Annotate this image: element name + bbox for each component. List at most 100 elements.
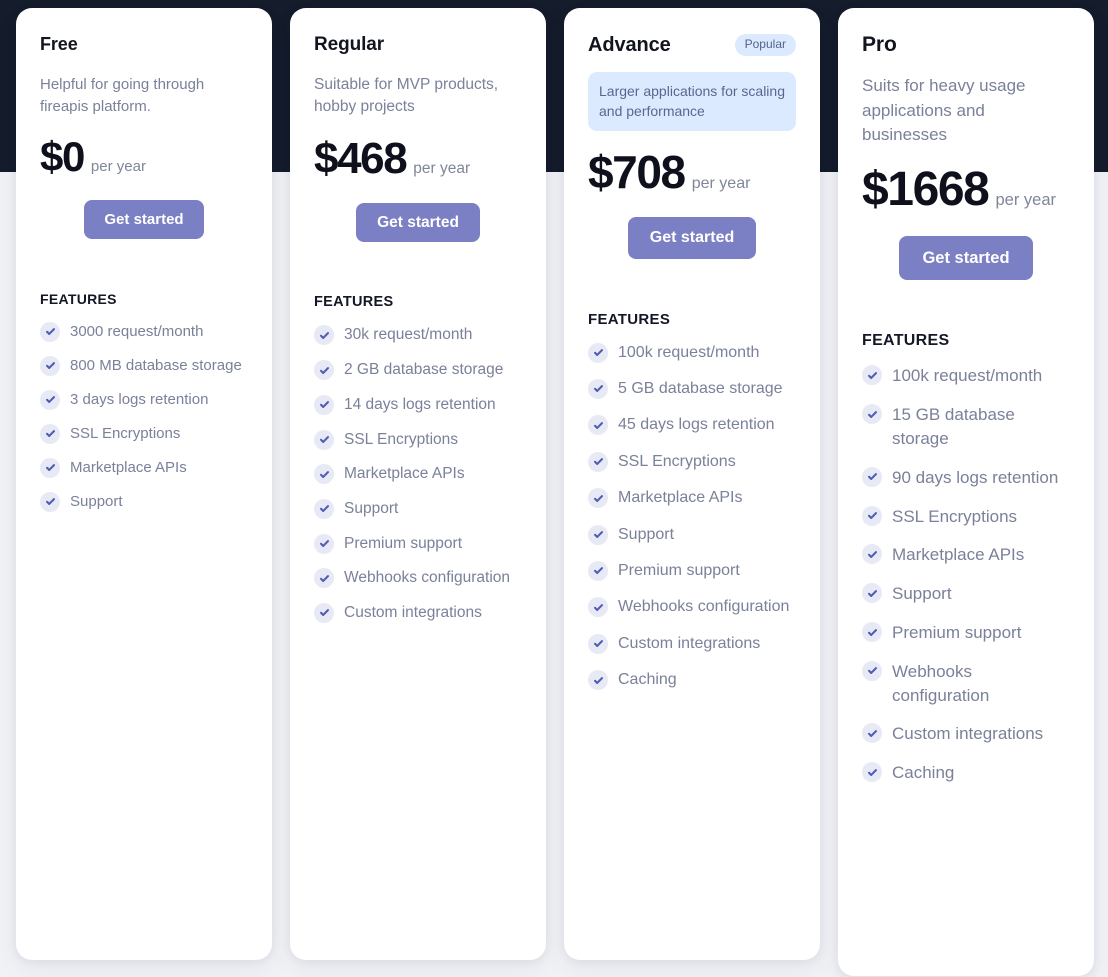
- feature-label: Premium support: [344, 534, 463, 552]
- plan-price: $1668: [862, 162, 990, 216]
- check-icon: [862, 660, 882, 681]
- check-icon: [40, 321, 60, 342]
- cta-container: Get started: [40, 199, 248, 239]
- feature-label: 90 days logs retention: [892, 467, 1059, 487]
- get-started-button[interactable]: Get started: [356, 202, 480, 243]
- feature-label: Custom integrations: [892, 724, 1044, 744]
- feature-label: Premium support: [618, 561, 740, 579]
- feature-item: 3000 request/month: [40, 321, 248, 342]
- feature-label: 800 MB database storage: [70, 356, 242, 374]
- feature-label: Premium support: [892, 623, 1022, 642]
- price-row: $468 per year: [314, 133, 522, 183]
- check-icon: [588, 415, 608, 436]
- get-started-button[interactable]: Get started: [84, 199, 204, 239]
- get-started-button[interactable]: Get started: [627, 216, 757, 259]
- cta-container: Get started: [588, 216, 796, 259]
- feature-item: 15 GB database storage: [862, 403, 1070, 451]
- feature-item: 100k request/month: [588, 342, 796, 364]
- feature-list: 100k request/month 5 GB database storage 4…: [588, 342, 796, 692]
- features-heading: FEATURES: [314, 294, 394, 311]
- feature-item: Support: [862, 582, 1070, 606]
- feature-label: Support: [70, 492, 123, 510]
- check-icon: [588, 633, 608, 654]
- feature-label: SSL Encryptions: [618, 452, 736, 470]
- check-icon: [588, 342, 608, 363]
- card-content: Free Helpful for going through fireapis p…: [16, 8, 272, 551]
- check-icon: [588, 560, 608, 581]
- feature-label: Marketplace APIs: [892, 545, 1025, 565]
- feature-label: 5 GB database storage: [618, 379, 783, 397]
- feature-label: Marketplace APIs: [618, 489, 743, 507]
- pricing-card-pro: Pro Suits for heavy usage applications an…: [838, 8, 1094, 976]
- feature-item: Premium support: [588, 560, 796, 582]
- feature-item: Custom integrations: [314, 602, 522, 624]
- pricing-card-regular: Regular Suitable for MVP products, hobby …: [290, 8, 546, 960]
- feature-item: Support: [314, 498, 522, 520]
- feature-item: 100k request/month: [862, 364, 1070, 388]
- check-icon: [314, 360, 334, 381]
- feature-item: 800 MB database storage: [40, 355, 248, 376]
- pricing-card-grid: Free Helpful for going through fireapis p…: [0, 0, 1108, 977]
- feature-label: Marketplace APIs: [70, 458, 187, 476]
- card-content: Advance Popular Larger applications for sc…: [564, 8, 820, 732]
- check-icon: [862, 762, 882, 783]
- features-heading: FEATURES: [40, 290, 117, 307]
- check-icon: [314, 429, 334, 450]
- plan-price: $468: [314, 133, 408, 183]
- feature-label: SSL Encryptions: [892, 506, 1018, 526]
- feature-label: Support: [344, 499, 399, 517]
- check-icon: [314, 464, 334, 485]
- feature-label: Webhooks configuration: [344, 569, 511, 587]
- feature-label: Custom integrations: [344, 603, 482, 621]
- cta-container: Get started: [862, 235, 1070, 281]
- feature-item: 14 days logs retention: [314, 394, 522, 416]
- popular-badge: Popular: [734, 34, 796, 56]
- feature-item: Webhooks configuration: [862, 660, 1070, 708]
- get-started-button[interactable]: Get started: [899, 235, 1033, 281]
- check-icon: [40, 355, 60, 376]
- check-icon: [40, 389, 60, 410]
- price-period: per year: [691, 174, 751, 192]
- feature-item: Marketplace APIs: [588, 487, 796, 509]
- feature-item: Webhooks configuration: [314, 567, 522, 589]
- plan-header: Advance Popular: [588, 32, 796, 58]
- check-icon: [588, 524, 608, 545]
- feature-item: 3 days logs retention: [40, 389, 248, 410]
- plan-description: Helpful for going through fireapis platf…: [40, 76, 205, 115]
- card-content: Regular Suitable for MVP products, hobby …: [290, 8, 546, 663]
- feature-item: SSL Encryptions: [40, 423, 248, 444]
- feature-item: Caching: [862, 761, 1070, 785]
- feature-item: Marketplace APIs: [314, 463, 522, 485]
- plan-header: Pro: [862, 32, 1070, 58]
- feature-item: Support: [588, 524, 796, 546]
- check-icon: [862, 404, 882, 425]
- check-icon: [862, 723, 882, 744]
- pricing-card-free: Free Helpful for going through fireapis p…: [16, 8, 272, 960]
- feature-label: Support: [892, 584, 952, 604]
- feature-label: Support: [618, 525, 675, 543]
- plan-description: Suits for heavy usage applications and b…: [862, 76, 1026, 145]
- check-icon: [862, 466, 882, 487]
- price-period: per year: [413, 159, 471, 177]
- feature-item: Marketplace APIs: [862, 543, 1070, 567]
- price-period: per year: [90, 157, 146, 175]
- check-icon: [588, 597, 608, 618]
- feature-item: 45 days logs retention: [588, 414, 796, 436]
- feature-label: 15 GB database storage: [892, 405, 1015, 449]
- check-icon: [588, 670, 608, 691]
- feature-label: Caching: [618, 671, 677, 689]
- check-icon: [862, 365, 882, 386]
- feature-label: 3 days logs retention: [70, 390, 209, 408]
- feature-label: SSL Encryptions: [344, 430, 459, 448]
- check-icon: [314, 325, 334, 346]
- feature-item: 5 GB database storage: [588, 378, 796, 400]
- feature-list: 100k request/month 15 GB database storage…: [862, 364, 1070, 785]
- plan-description: Larger applications for scaling and perf…: [588, 72, 796, 131]
- price-row: $708 per year: [588, 149, 796, 195]
- check-icon: [40, 457, 60, 478]
- check-icon: [40, 423, 60, 444]
- plan-name: Regular: [314, 33, 385, 55]
- pricing-card-advance: Advance Popular Larger applications for sc…: [564, 8, 820, 960]
- plan-price: $708: [588, 145, 686, 198]
- feature-item: Caching: [588, 669, 796, 691]
